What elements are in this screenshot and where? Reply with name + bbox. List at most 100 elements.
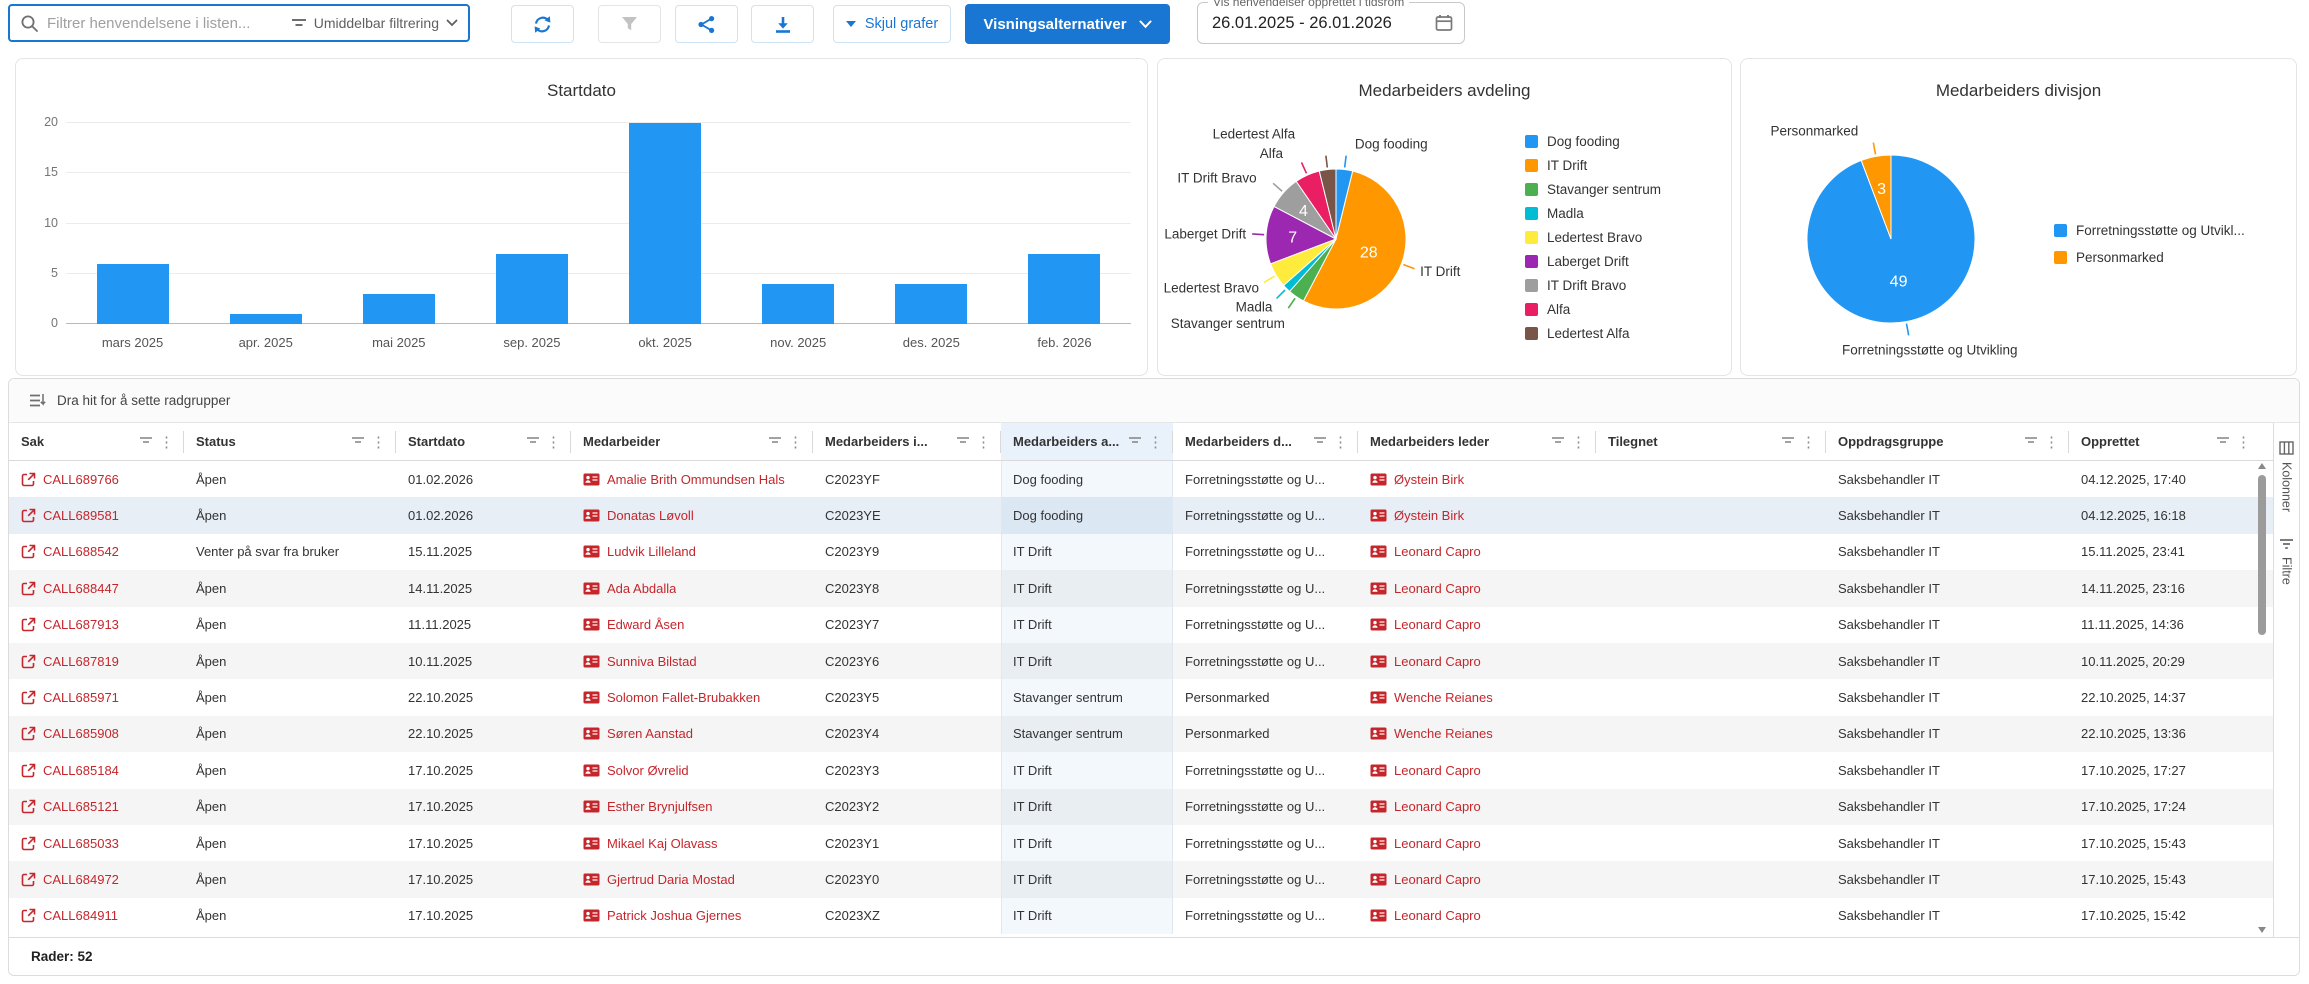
- cell-leder[interactable]: Leonard Capro: [1358, 643, 1596, 679]
- column-header-startdato[interactable]: Startdato⋮: [396, 423, 571, 460]
- header-filter-icon[interactable]: [526, 436, 540, 447]
- person-link[interactable]: Søren Aanstad: [607, 726, 693, 741]
- cell-sak[interactable]: CALL688447: [9, 570, 184, 606]
- cell-leder[interactable]: Leonard Capro: [1358, 607, 1596, 643]
- scrollbar-thumb[interactable]: [2258, 475, 2266, 635]
- case-link[interactable]: CALL687913: [43, 617, 119, 632]
- case-link[interactable]: CALL689766: [43, 472, 119, 487]
- table-row[interactable]: CALL687913Åpen11.11.2025Edward ÅsenC2023…: [9, 607, 2299, 643]
- person-link[interactable]: Leonard Capro: [1394, 654, 1481, 669]
- table-row[interactable]: CALL685908Åpen22.10.2025Søren AanstadC20…: [9, 716, 2299, 752]
- open-case-icon[interactable]: [21, 908, 36, 923]
- open-case-icon[interactable]: [21, 617, 36, 632]
- open-case-icon[interactable]: [21, 690, 36, 705]
- person-link[interactable]: Wenche Reianes: [1394, 690, 1493, 705]
- open-case-icon[interactable]: [21, 799, 36, 814]
- person-link[interactable]: Øystein Birk: [1394, 508, 1464, 523]
- cell-sak[interactable]: CALL685184: [9, 752, 184, 788]
- cell-leder[interactable]: Leonard Capro: [1358, 825, 1596, 861]
- calendar-icon[interactable]: [1434, 13, 1454, 33]
- person-link[interactable]: Wenche Reianes: [1394, 726, 1493, 741]
- case-link[interactable]: CALL685184: [43, 763, 119, 778]
- open-case-icon[interactable]: [21, 726, 36, 741]
- cell-sak[interactable]: CALL685908: [9, 716, 184, 752]
- open-case-icon[interactable]: [21, 763, 36, 778]
- table-row[interactable]: CALL684972Åpen17.10.2025Gjertrud Daria M…: [9, 861, 2299, 897]
- view-options-button[interactable]: Visningsalternativer: [965, 4, 1170, 44]
- bar[interactable]: [496, 254, 568, 324]
- contact-card-icon[interactable]: [1370, 837, 1387, 850]
- contact-card-icon[interactable]: [583, 873, 600, 886]
- cell-leder[interactable]: Leonard Capro: [1358, 898, 1596, 934]
- person-link[interactable]: Solvor Øvrelid: [607, 763, 689, 778]
- case-link[interactable]: CALL684972: [43, 872, 119, 887]
- case-link[interactable]: CALL688542: [43, 544, 119, 559]
- person-link[interactable]: Leonard Capro: [1394, 581, 1481, 596]
- header-filter-icon[interactable]: [2216, 436, 2230, 447]
- cell-sak[interactable]: CALL687913: [9, 607, 184, 643]
- column-header-opprettet[interactable]: Opprettet⋮: [2069, 423, 2261, 460]
- cell-medarbeider[interactable]: Solvor Øvrelid: [571, 752, 813, 788]
- contact-card-icon[interactable]: [1370, 618, 1387, 631]
- table-row[interactable]: CALL688447Åpen14.11.2025Ada AbdallaC2023…: [9, 570, 2299, 606]
- search-input[interactable]: [47, 15, 283, 32]
- case-link[interactable]: CALL684911: [43, 908, 118, 923]
- filter-mode-dropdown[interactable]: Umiddelbar filtrering: [291, 15, 458, 31]
- case-link[interactable]: CALL687819: [43, 654, 119, 669]
- column-header-tilegnet[interactable]: Tilegnet⋮: [1596, 423, 1826, 460]
- cell-leder[interactable]: Leonard Capro: [1358, 534, 1596, 570]
- person-link[interactable]: Ludvik Lilleland: [607, 544, 696, 559]
- contact-card-icon[interactable]: [583, 800, 600, 813]
- refresh-button[interactable]: [511, 5, 574, 43]
- header-filter-icon[interactable]: [139, 436, 153, 447]
- open-case-icon[interactable]: [21, 654, 36, 669]
- contact-card-icon[interactable]: [1370, 800, 1387, 813]
- legend-item[interactable]: Ledertest Alfa: [1525, 321, 1661, 345]
- case-link[interactable]: CALL685971: [43, 690, 119, 705]
- contact-card-icon[interactable]: [1370, 582, 1387, 595]
- open-case-icon[interactable]: [21, 581, 36, 596]
- column-header-medarbeiders-leder[interactable]: Medarbeiders leder⋮: [1358, 423, 1596, 460]
- cell-medarbeider[interactable]: Ludvik Lilleland: [571, 534, 813, 570]
- person-link[interactable]: Mikael Kaj Olavass: [607, 836, 718, 851]
- contact-card-icon[interactable]: [583, 837, 600, 850]
- contact-card-icon[interactable]: [583, 727, 600, 740]
- case-link[interactable]: CALL685908: [43, 726, 119, 741]
- header-filter-icon[interactable]: [768, 436, 782, 447]
- person-link[interactable]: Leonard Capro: [1394, 908, 1481, 923]
- header-filter-icon[interactable]: [956, 436, 970, 447]
- legend-item[interactable]: Forretningsstøtte og Utvikl...: [2054, 217, 2245, 244]
- hide-charts-button[interactable]: Skjul grafer: [833, 5, 951, 43]
- contact-card-icon[interactable]: [1370, 691, 1387, 704]
- person-link[interactable]: Edward Åsen: [607, 617, 684, 632]
- legend-item[interactable]: Ledertest Bravo: [1525, 225, 1661, 249]
- column-header-oppdragsgruppe[interactable]: Oppdragsgruppe⋮: [1826, 423, 2069, 460]
- cell-leder[interactable]: Leonard Capro: [1358, 861, 1596, 897]
- bar[interactable]: [629, 123, 701, 324]
- open-case-icon[interactable]: [21, 836, 36, 851]
- legend-item[interactable]: Personmarked: [2054, 244, 2245, 271]
- cell-medarbeider[interactable]: Patrick Joshua Gjernes: [571, 898, 813, 934]
- column-header-medarbeiders-a-[interactable]: Medarbeiders a...⋮: [1001, 423, 1173, 460]
- group-panel[interactable]: Dra hit for å sette radgrupper: [9, 379, 2299, 423]
- contact-card-icon[interactable]: [1370, 873, 1387, 886]
- cell-sak[interactable]: CALL688542: [9, 534, 184, 570]
- cell-leder[interactable]: Leonard Capro: [1358, 789, 1596, 825]
- case-link[interactable]: CALL689581: [43, 508, 119, 523]
- person-link[interactable]: Amalie Brith Ommundsen Hals: [607, 472, 785, 487]
- cell-medarbeider[interactable]: Edward Åsen: [571, 607, 813, 643]
- person-link[interactable]: Leonard Capro: [1394, 799, 1481, 814]
- header-menu-icon[interactable]: ⋮: [365, 433, 388, 451]
- person-link[interactable]: Leonard Capro: [1394, 617, 1481, 632]
- legend-item[interactable]: IT Drift Bravo: [1525, 273, 1661, 297]
- cell-leder[interactable]: Wenche Reianes: [1358, 679, 1596, 715]
- header-menu-icon[interactable]: ⋮: [153, 433, 176, 451]
- legend-item[interactable]: Madla: [1525, 201, 1661, 225]
- contact-card-icon[interactable]: [583, 764, 600, 777]
- cell-medarbeider[interactable]: Esther Brynjulfsen: [571, 789, 813, 825]
- header-menu-icon[interactable]: ⋮: [1142, 433, 1165, 451]
- contact-card-icon[interactable]: [583, 618, 600, 631]
- bar[interactable]: [895, 284, 967, 324]
- case-link[interactable]: CALL688447: [43, 581, 119, 596]
- cell-sak[interactable]: CALL689766: [9, 461, 184, 497]
